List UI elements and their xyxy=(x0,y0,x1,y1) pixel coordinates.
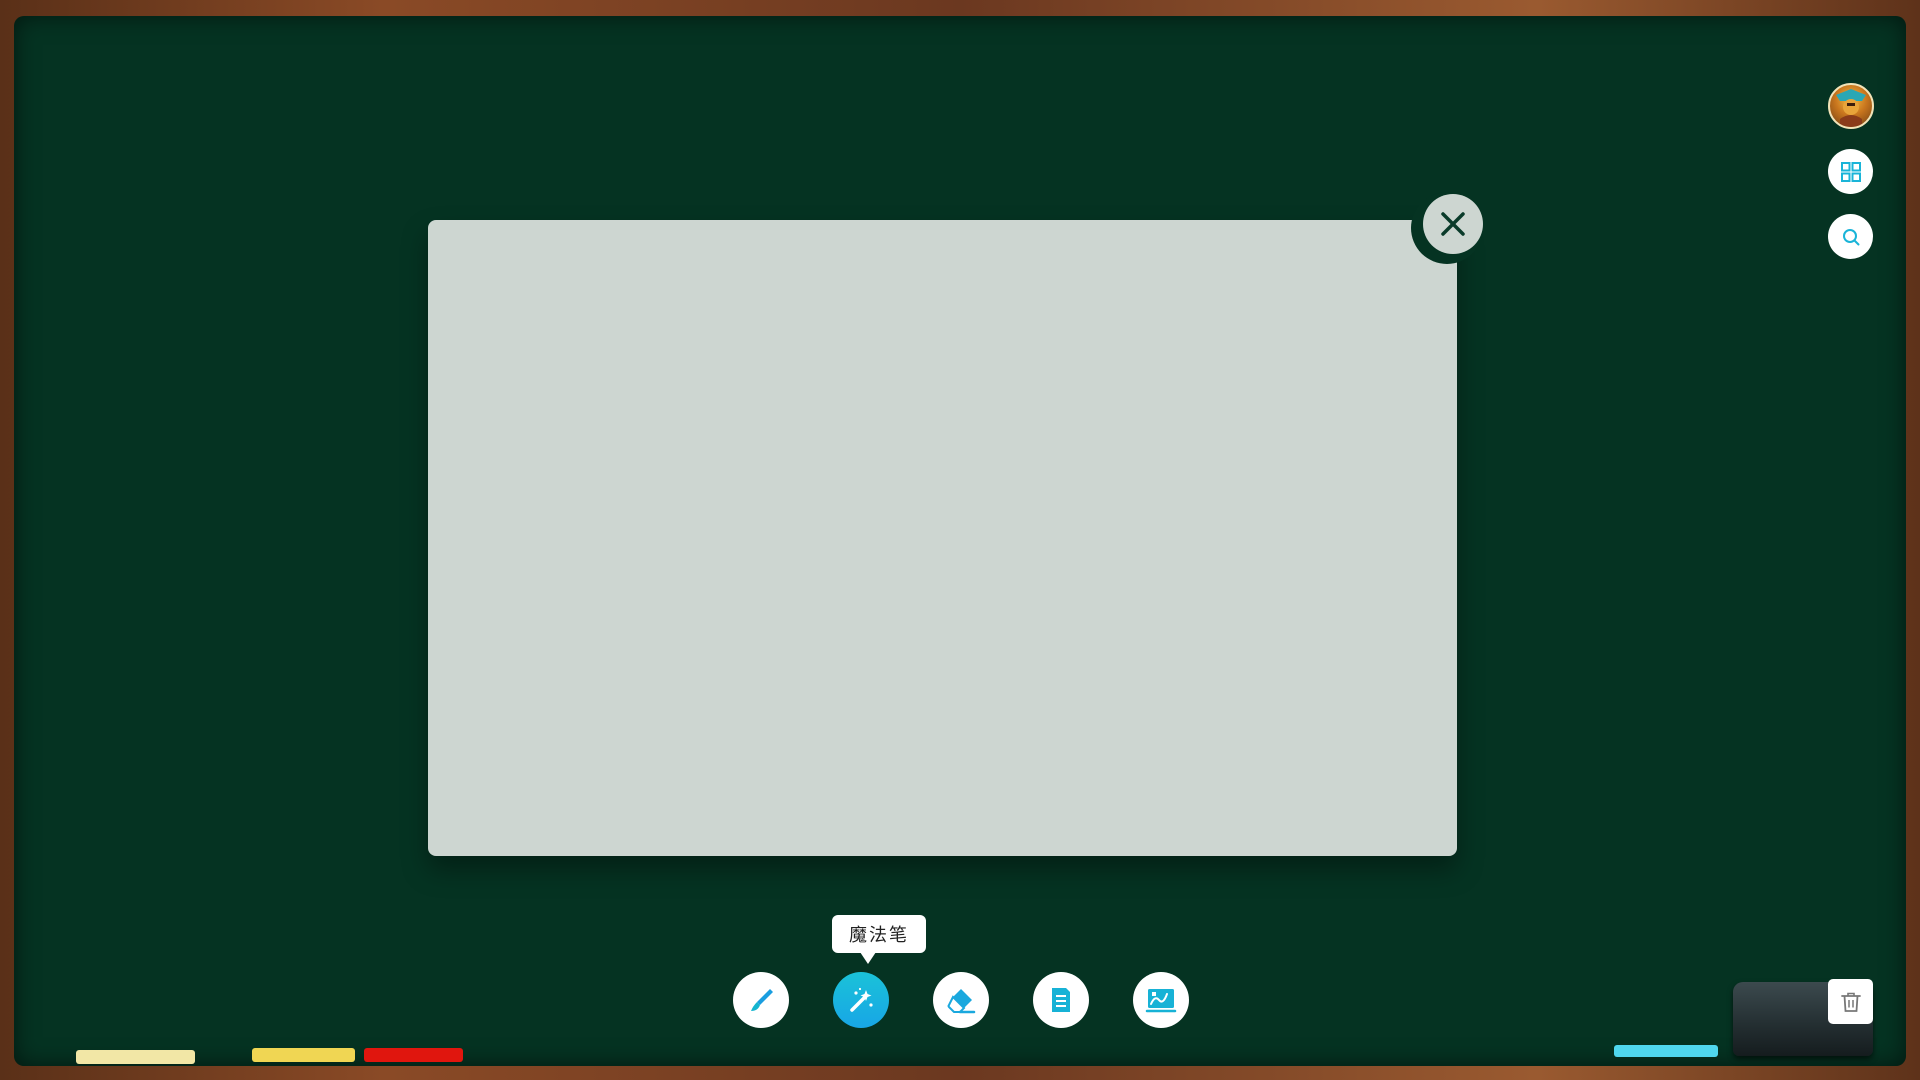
magic-wand-icon xyxy=(850,987,873,1012)
close-icon xyxy=(1441,212,1465,236)
eraser-icon xyxy=(947,989,976,1014)
chalk-yellow[interactable] xyxy=(252,1048,355,1062)
chalk-white[interactable] xyxy=(76,1050,195,1064)
tooltip-tail xyxy=(860,952,876,964)
chalk-blue[interactable] xyxy=(1614,1045,1718,1057)
trash-icon xyxy=(1840,992,1861,1012)
image-draw-tool-button[interactable] xyxy=(1133,972,1189,1028)
chalk-red[interactable] xyxy=(364,1048,463,1062)
close-button[interactable] xyxy=(1423,194,1483,254)
search-icon xyxy=(1842,228,1859,245)
eraser-tool-button[interactable] xyxy=(933,972,989,1028)
search-button[interactable] xyxy=(1828,214,1873,259)
tool-tooltip: 魔法笔 xyxy=(832,915,926,953)
clear-board-button[interactable] xyxy=(1828,979,1873,1024)
drawing-canvas[interactable] xyxy=(428,220,1457,856)
grid-view-button[interactable] xyxy=(1828,149,1873,194)
notes-tool-button[interactable] xyxy=(1033,972,1089,1028)
brush-tool-button[interactable] xyxy=(733,972,789,1028)
grid-icon xyxy=(1840,161,1861,182)
magic-pen-tool-button[interactable] xyxy=(833,972,889,1028)
notes-icon xyxy=(1052,988,1070,1012)
avatar-image xyxy=(1836,89,1866,127)
brush-icon xyxy=(751,989,773,1011)
image-draw-icon xyxy=(1145,989,1177,1013)
avatar[interactable] xyxy=(1828,83,1874,129)
